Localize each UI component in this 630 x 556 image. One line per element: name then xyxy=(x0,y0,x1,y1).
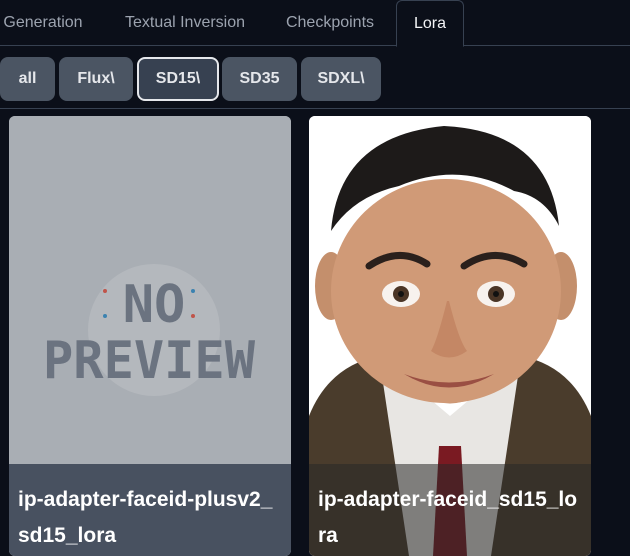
tab-lora[interactable]: Lora xyxy=(396,0,464,47)
filter-sd35-button[interactable]: SD35 xyxy=(222,57,297,101)
lora-card-plusv2[interactable]: NO PREVIEW ip-adapter-faceid-plusv2_sd15… xyxy=(9,116,291,556)
tab-generation[interactable]: Generation xyxy=(0,0,92,46)
no-preview-line2: PREVIEW xyxy=(43,331,256,391)
filter-sdxl-button[interactable]: SDXL\ xyxy=(301,57,381,101)
filter-sd15-button[interactable]: SD15\ xyxy=(137,57,219,101)
divider xyxy=(0,108,630,109)
card-title: ip-adapter-faceid-plusv2_sd15_lora xyxy=(9,464,291,556)
tab-textual-inversion[interactable]: Textual Inversion xyxy=(112,0,258,46)
card-title: ip-adapter-faceid_sd15_lora xyxy=(309,464,591,556)
lora-card-faceid[interactable]: ip-adapter-faceid_sd15_lora xyxy=(309,116,591,556)
folder-filter-bar: all Flux\ SD15\ SD35 SDXL\ xyxy=(0,57,630,103)
filter-all-button[interactable]: all xyxy=(0,57,55,101)
tab-bar: Generation Textual Inversion Checkpoints… xyxy=(0,0,630,47)
no-preview-line1: NO xyxy=(123,275,186,335)
filter-flux-button[interactable]: Flux\ xyxy=(59,57,133,101)
tab-checkpoints[interactable]: Checkpoints xyxy=(274,0,386,46)
